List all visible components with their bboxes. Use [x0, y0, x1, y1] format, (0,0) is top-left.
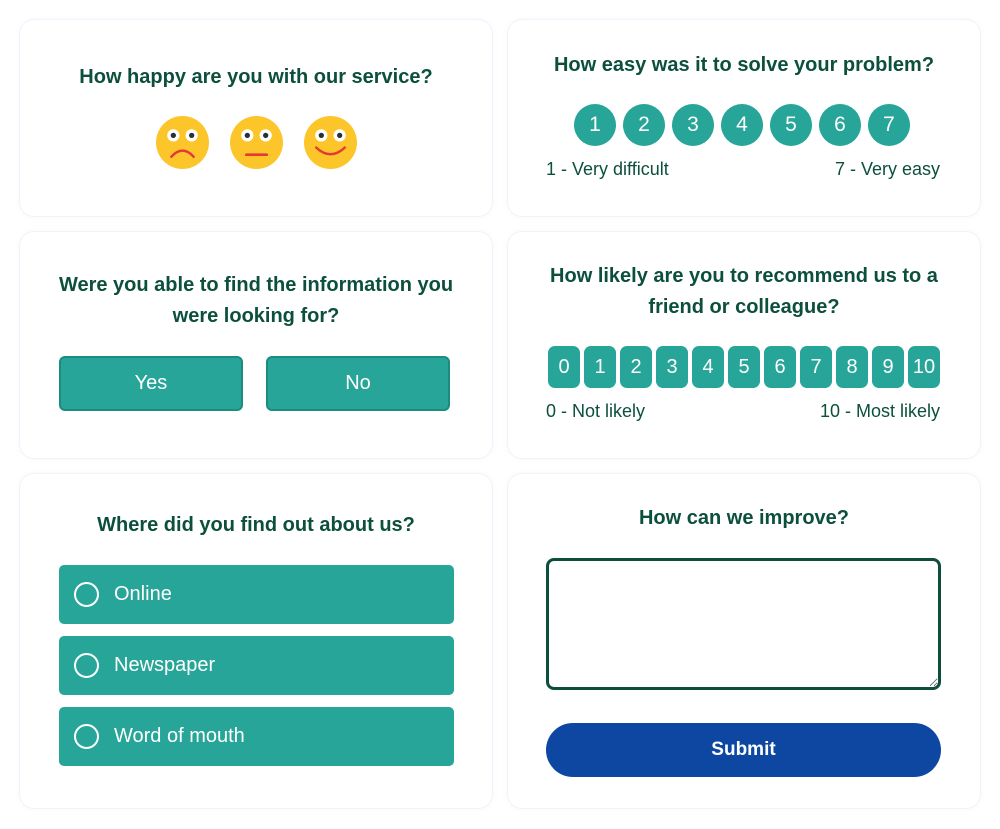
ease-max-label: 7 - Very easy [834, 159, 940, 179]
source-option-label: Online [114, 583, 172, 605]
nps-max-label: 10 - Most likely [819, 401, 940, 421]
radio-circle-icon[interactable] [74, 582, 99, 607]
source-option-online[interactable]: Online [59, 565, 454, 624]
radio-circle-icon[interactable] [74, 653, 99, 678]
nps-option-1[interactable]: 1 [584, 346, 616, 388]
source-question: Where did you find out about us? [97, 514, 415, 536]
found-info-question-line1: Were you able to find the information yo… [58, 274, 454, 296]
nps-scale-labels: 0 - Not likely 10 - Most likely [546, 401, 940, 422]
source-card: Where did you find out about us? Online … [20, 474, 492, 808]
nps-question-line2: friend or colleague? [648, 296, 840, 318]
neutral-face-icon[interactable] [229, 116, 283, 169]
nps-question-line1: How likely are you to recommend us to a [550, 265, 938, 287]
improve-card: How can we improve? Submit [508, 474, 980, 808]
ease-option-4[interactable]: 4 [721, 104, 763, 146]
nps-option-4[interactable]: 4 [692, 346, 724, 388]
nps-option-6[interactable]: 6 [764, 346, 796, 388]
ease-question: How easy was it to solve your problem? [553, 54, 935, 76]
yes-button[interactable]: Yes [59, 356, 243, 411]
happiness-question: How happy are you with our service? [79, 66, 433, 88]
ease-option-7[interactable]: 7 [868, 104, 910, 146]
nps-option-2[interactable]: 2 [620, 346, 652, 388]
ease-card: How easy was it to solve your problem? 1… [508, 20, 980, 216]
feedback-textarea[interactable] [546, 558, 941, 690]
nps-scale: 0 1 2 3 4 5 6 7 8 9 10 [548, 346, 940, 388]
ease-option-5[interactable]: 5 [770, 104, 812, 146]
nps-option-3[interactable]: 3 [656, 346, 688, 388]
no-button[interactable]: No [266, 356, 450, 411]
nps-min-label: 0 - Not likely [546, 401, 646, 421]
found-info-question-line2: were looking for? [172, 305, 340, 327]
radio-circle-icon[interactable] [74, 724, 99, 749]
ease-min-label: 1 - Very difficult [546, 159, 669, 179]
happy-face-icon[interactable] [303, 116, 357, 169]
nps-option-5[interactable]: 5 [728, 346, 760, 388]
submit-button[interactable]: Submit [546, 723, 941, 777]
ease-scale: 1 2 3 4 5 6 7 [574, 104, 910, 146]
source-option-label: Newspaper [114, 654, 216, 676]
ease-option-3[interactable]: 3 [672, 104, 714, 146]
nps-option-10[interactable]: 10 [908, 346, 940, 388]
ease-scale-labels: 1 - Very difficult 7 - Very easy [546, 159, 940, 180]
ease-option-1[interactable]: 1 [574, 104, 616, 146]
sad-face-icon[interactable] [155, 116, 209, 169]
face-rating [20, 116, 492, 169]
nps-option-7[interactable]: 7 [800, 346, 832, 388]
nps-option-0[interactable]: 0 [548, 346, 580, 388]
source-option-newspaper[interactable]: Newspaper [59, 636, 454, 695]
found-info-question: Were you able to find the information yo… [20, 270, 492, 332]
nps-card: How likely are you to recommend us to a … [508, 232, 980, 458]
ease-option-2[interactable]: 2 [623, 104, 665, 146]
source-option-label: Word of mouth [114, 725, 245, 747]
nps-option-9[interactable]: 9 [872, 346, 904, 388]
source-option-word-of-mouth[interactable]: Word of mouth [59, 707, 454, 766]
found-info-card: Were you able to find the information yo… [20, 232, 492, 458]
happiness-card: How happy are you with our service? [20, 20, 492, 216]
ease-option-6[interactable]: 6 [819, 104, 861, 146]
nps-option-8[interactable]: 8 [836, 346, 868, 388]
improve-question: How can we improve? [638, 507, 850, 529]
nps-question: How likely are you to recommend us to a … [508, 261, 980, 323]
